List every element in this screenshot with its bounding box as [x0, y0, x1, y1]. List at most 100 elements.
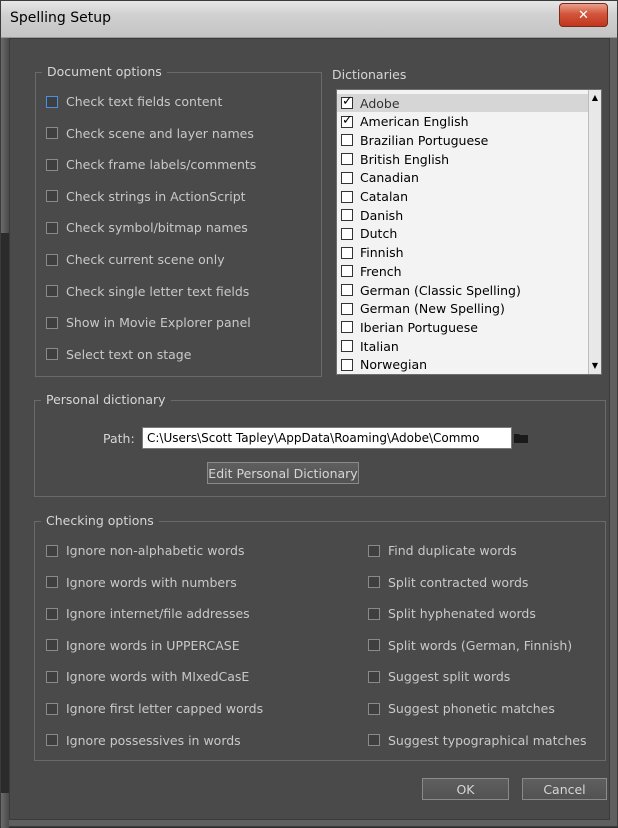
- checkbox-label: Ignore words with MIxedCasE: [66, 669, 250, 685]
- dictionary-label: Iberian Portuguese: [360, 319, 478, 335]
- close-button[interactable]: ✕: [559, 3, 608, 27]
- dictionary-checkbox[interactable]: [341, 340, 353, 353]
- checking-option-item[interactable]: Suggest phonetic matches: [368, 701, 555, 716]
- document-option-item[interactable]: Check frame labels/comments: [46, 157, 256, 172]
- dialog-title: Spelling Setup: [10, 10, 112, 26]
- dictionary-checkbox[interactable]: [341, 302, 353, 315]
- document-option-item[interactable]: Check single letter text fields: [46, 284, 249, 299]
- checkbox[interactable]: [46, 702, 58, 715]
- dictionary-item[interactable]: Dutch: [341, 225, 397, 243]
- dictionary-checkbox[interactable]: [341, 153, 353, 166]
- document-option-item[interactable]: Check strings in ActionScript: [46, 189, 246, 204]
- checkbox[interactable]: [368, 544, 380, 557]
- dictionary-checkbox[interactable]: [341, 94, 353, 109]
- dictionary-checkbox[interactable]: [341, 358, 353, 371]
- ok-button[interactable]: OK: [422, 778, 509, 800]
- checkbox[interactable]: [46, 190, 58, 203]
- checking-option-item[interactable]: Find duplicate words: [368, 543, 517, 558]
- scroll-down-icon[interactable]: ▼: [590, 360, 600, 372]
- checkbox[interactable]: [46, 127, 58, 140]
- checkbox[interactable]: [46, 285, 58, 298]
- checking-option-item[interactable]: Ignore possessives in words: [46, 733, 241, 748]
- checkbox[interactable]: [46, 734, 58, 747]
- checkbox[interactable]: [46, 576, 58, 589]
- personal-dictionary-legend: Personal dictionary: [41, 392, 171, 407]
- dictionary-checkbox[interactable]: [341, 265, 353, 278]
- dictionary-label: Brazilian Portuguese: [360, 132, 489, 148]
- checkbox[interactable]: [368, 639, 380, 652]
- cancel-button[interactable]: Cancel: [522, 778, 607, 800]
- checkbox[interactable]: [368, 607, 380, 620]
- dictionary-label: German (Classic Spelling): [360, 282, 521, 298]
- dictionary-checkbox[interactable]: [341, 321, 353, 334]
- dictionary-checkbox[interactable]: [341, 134, 353, 147]
- document-option-item[interactable]: Show in Movie Explorer panel: [46, 315, 251, 330]
- checking-option-item[interactable]: Suggest split words: [368, 669, 510, 684]
- dictionary-checkbox[interactable]: [341, 171, 353, 184]
- checkbox[interactable]: [46, 253, 58, 266]
- dictionary-checkbox[interactable]: [341, 209, 353, 222]
- checkbox[interactable]: [46, 348, 58, 361]
- dictionary-checkbox[interactable]: [341, 227, 353, 240]
- left-scrollbar[interactable]: [1, 233, 9, 793]
- dictionary-item[interactable]: German (Classic Spelling): [341, 281, 521, 299]
- scroll-up-icon[interactable]: ▲: [590, 92, 600, 104]
- checking-option-item[interactable]: Ignore first letter capped words: [46, 701, 263, 716]
- checking-option-item[interactable]: Ignore words in UPPERCASE: [46, 638, 240, 653]
- dictionary-item[interactable]: French: [341, 262, 402, 280]
- checkbox[interactable]: [368, 702, 380, 715]
- dictionary-checkbox[interactable]: [341, 246, 353, 259]
- dictionary-label: Italian: [360, 338, 399, 354]
- checkbox[interactable]: [46, 639, 58, 652]
- dictionary-item[interactable]: Finnish: [341, 244, 404, 262]
- document-option-item[interactable]: Select text on stage: [46, 347, 191, 362]
- checkbox[interactable]: [368, 734, 380, 747]
- dictionary-item[interactable]: British English: [341, 150, 449, 168]
- dictionary-checkbox[interactable]: [341, 284, 353, 296]
- dictionary-item[interactable]: Catalan: [341, 188, 408, 206]
- checkbox[interactable]: [46, 544, 58, 557]
- dictionary-item[interactable]: Danish: [341, 206, 403, 224]
- checkbox[interactable]: [368, 670, 380, 683]
- dictionary-item[interactable]: Norwegian: [341, 356, 427, 374]
- edit-personal-dictionary-button[interactable]: Edit Personal Dictionary: [207, 462, 359, 484]
- path-input[interactable]: C:\Users\Scott Tapley\AppData\Roaming\Ad…: [142, 427, 512, 449]
- document-option-item[interactable]: Check symbol/bitmap names: [46, 220, 248, 235]
- folder-icon[interactable]: [514, 432, 529, 444]
- checkbox[interactable]: [46, 95, 58, 108]
- checkbox[interactable]: [46, 316, 58, 329]
- dictionary-item[interactable]: German (New Spelling): [341, 300, 505, 318]
- checkbox-label: Suggest phonetic matches: [388, 701, 555, 716]
- checking-option-item[interactable]: Ignore words with numbers: [46, 575, 237, 590]
- dictionaries-scrollbar[interactable]: ▲ ▼: [588, 90, 601, 374]
- checkbox-label: Split hyphenated words: [388, 606, 536, 622]
- document-option-item[interactable]: Check current scene only: [46, 252, 225, 267]
- checkbox[interactable]: [46, 607, 58, 620]
- checking-option-item[interactable]: Ignore internet/file addresses: [46, 606, 250, 621]
- document-option-item[interactable]: Check text fields content: [46, 94, 222, 109]
- checkbox[interactable]: [368, 576, 380, 589]
- dictionary-item[interactable]: Iberian Portuguese: [341, 318, 478, 336]
- dictionary-checkbox[interactable]: [341, 190, 353, 203]
- checking-option-item[interactable]: Ignore non-alphabetic words: [46, 543, 244, 558]
- checking-option-item[interactable]: Suggest typographical matches: [368, 733, 586, 748]
- dictionary-item[interactable]: Canadian: [341, 169, 419, 187]
- checking-option-item[interactable]: Ignore words with MIxedCasE: [46, 669, 249, 684]
- dictionary-label: Danish: [360, 207, 404, 223]
- checkbox[interactable]: [46, 221, 58, 234]
- checking-option-item[interactable]: Split words (German, Finnish): [368, 638, 572, 653]
- title-bar[interactable]: Spelling Setup ✕: [1, 1, 617, 38]
- dictionary-item[interactable]: American English: [341, 113, 469, 131]
- checkbox-label: Ignore first letter capped words: [66, 701, 264, 716]
- document-option-item[interactable]: Check scene and layer names: [46, 126, 254, 141]
- checking-option-item[interactable]: Split hyphenated words: [368, 606, 536, 621]
- checking-option-item[interactable]: Split contracted words: [368, 575, 528, 590]
- dictionary-item[interactable]: Italian: [341, 337, 399, 355]
- checkbox[interactable]: [46, 158, 58, 171]
- dictionary-checkbox[interactable]: [341, 113, 353, 128]
- checkbox[interactable]: [46, 670, 58, 683]
- dictionary-item[interactable]: Brazilian Portuguese: [341, 131, 488, 149]
- dictionaries-listbox[interactable]: Adobe American English Brazilian Portugues…: [336, 89, 602, 375]
- checkbox-label: Check symbol/bitmap names: [66, 220, 248, 236]
- dictionary-item[interactable]: Adobe: [337, 94, 590, 112]
